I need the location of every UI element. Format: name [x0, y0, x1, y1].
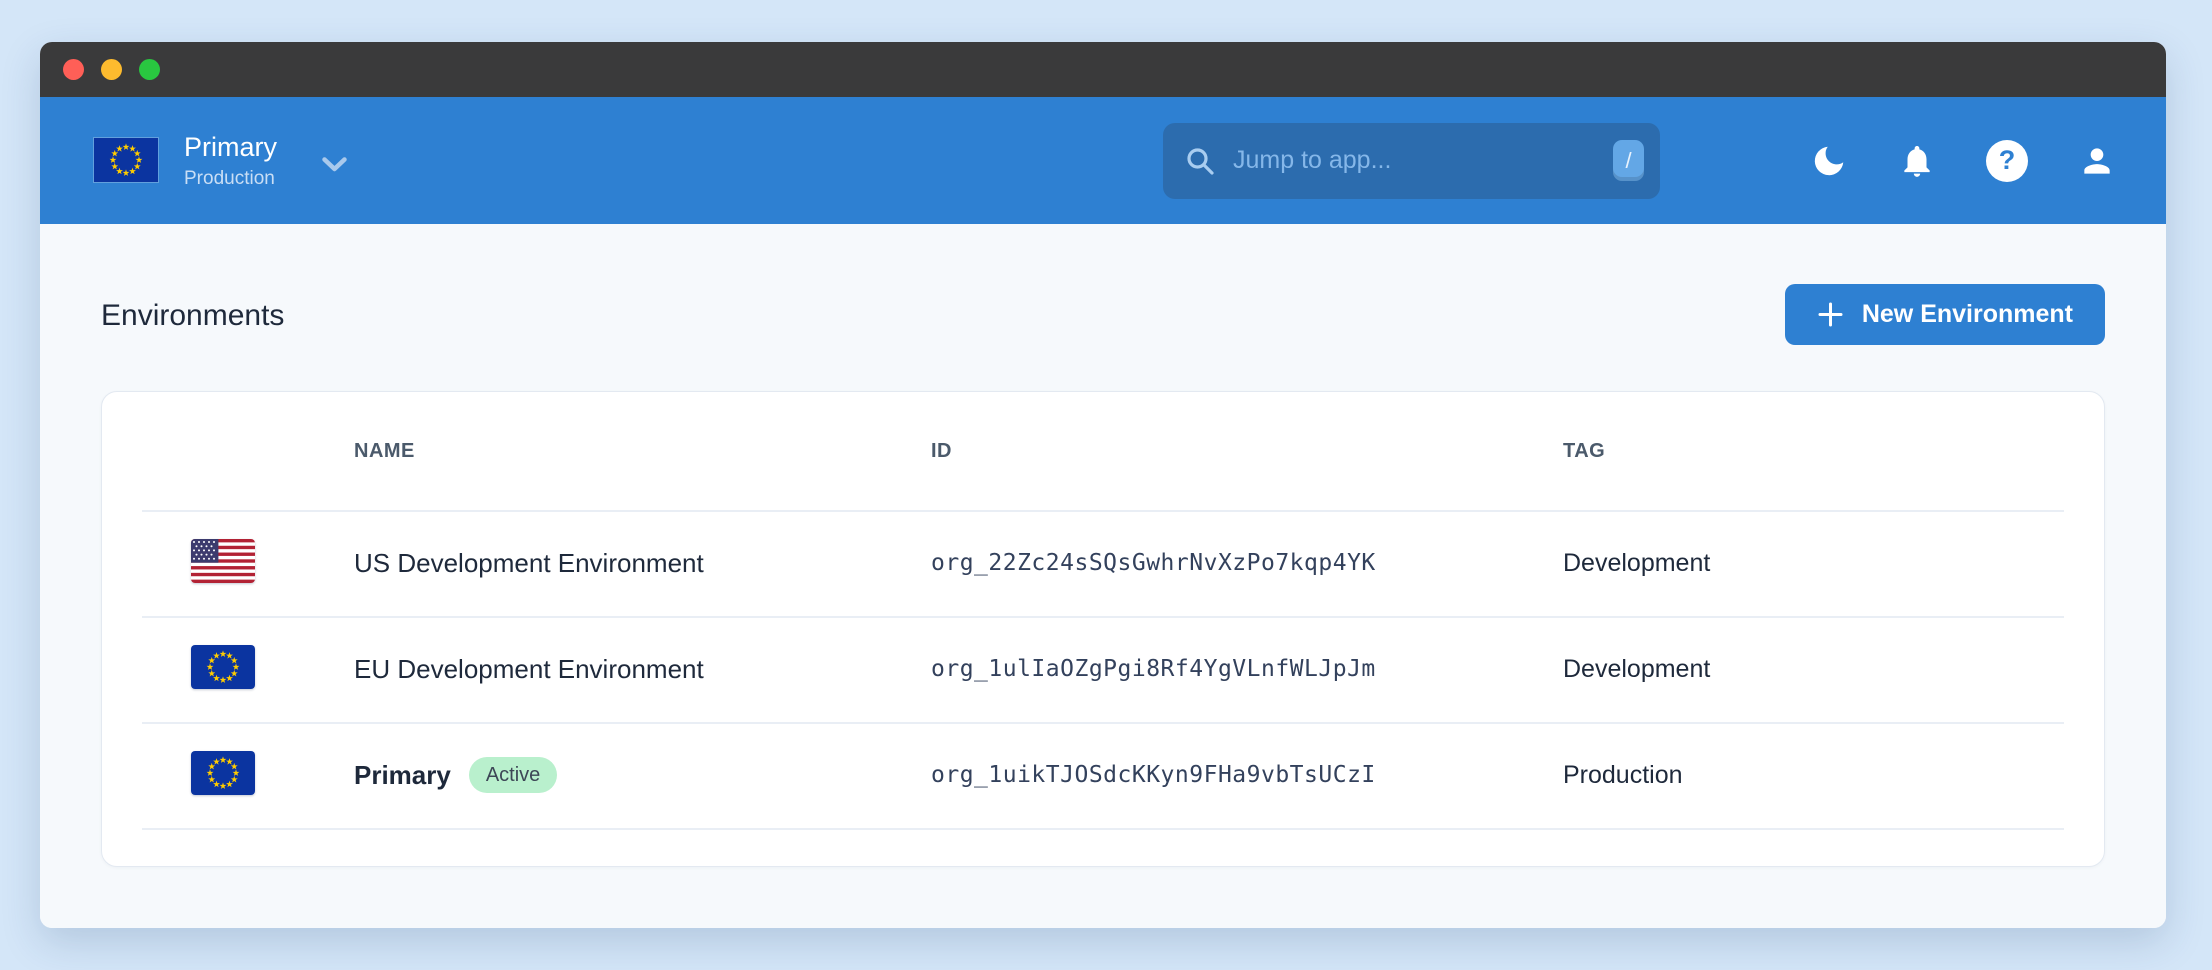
header-icon-group: ? [1810, 140, 2116, 182]
org-switcher-text: Primary Production [184, 131, 277, 189]
environment-name: Primary [354, 760, 451, 791]
app-window: Primary Production / [40, 42, 2166, 928]
environments-table-card: NAME ID TAG US Development Environment o… [101, 391, 2105, 867]
column-header-tag: TAG [1563, 440, 2104, 463]
eu-flag-icon [94, 138, 158, 182]
maximize-button[interactable] [139, 59, 160, 80]
close-button[interactable] [63, 59, 84, 80]
plus-icon [1817, 301, 1844, 328]
us-flag-icon [191, 539, 255, 583]
environment-id: org_1ulIaOZgPgi8Rf4YgVLnfWLJpJm [931, 656, 1563, 682]
environment-tag: Development [1563, 655, 2104, 684]
bell-icon [1898, 142, 1936, 180]
page-head: Environments New Environment [101, 224, 2105, 345]
name-cell: US Development Environment [354, 548, 931, 579]
environment-name: EU Development Environment [354, 654, 704, 685]
user-account-button[interactable] [2078, 142, 2116, 180]
name-cell: Primary Active [354, 757, 931, 793]
person-icon [2078, 142, 2116, 180]
search-input[interactable] [1233, 146, 1613, 175]
column-header-id: ID [931, 440, 1563, 463]
slash-shortcut-key: / [1613, 140, 1644, 181]
org-environment: Production [184, 168, 277, 190]
environment-tag: Production [1563, 761, 2104, 790]
app-header: Primary Production / [40, 97, 2166, 224]
chevron-down-icon [321, 156, 348, 173]
org-switcher[interactable]: Primary Production [94, 131, 348, 189]
active-badge: Active [469, 757, 557, 793]
eu-flag-icon [191, 645, 255, 689]
new-environment-button[interactable]: New Environment [1785, 284, 2105, 345]
notifications-button[interactable] [1898, 142, 1936, 180]
flag-cell [191, 539, 354, 588]
flag-cell [191, 645, 354, 694]
column-header-name: NAME [354, 440, 931, 463]
table-body: US Development Environment org_22Zc24sSQ… [102, 510, 2104, 828]
table-row[interactable]: US Development Environment org_22Zc24sSQ… [102, 510, 2104, 616]
titlebar [40, 42, 2166, 97]
search-icon [1185, 146, 1215, 176]
flag-cell [191, 751, 354, 800]
moon-icon [1810, 142, 1848, 180]
environment-id: org_1uikTJOSdcKKyn9FHa9vbTsUCzI [931, 762, 1563, 788]
jump-to-app-search[interactable]: / [1163, 123, 1660, 199]
name-cell: EU Development Environment [354, 654, 931, 685]
new-environment-label: New Environment [1862, 300, 2073, 329]
table-header-row: NAME ID TAG [102, 392, 2104, 510]
main-content: Environments New Environment NAME ID TAG [40, 224, 2166, 928]
question-mark-icon: ? [1986, 140, 2028, 182]
page-title: Environments [101, 299, 284, 345]
environment-tag: Development [1563, 549, 2104, 578]
eu-flag-icon [191, 751, 255, 795]
minimize-button[interactable] [101, 59, 122, 80]
help-button[interactable]: ? [1986, 140, 2028, 182]
org-name: Primary [184, 131, 277, 163]
table-footer-spacer [102, 828, 2104, 867]
table-row[interactable]: EU Development Environment org_1ulIaOZgP… [102, 616, 2104, 722]
environment-name: US Development Environment [354, 548, 704, 579]
environment-id: org_22Zc24sSQsGwhrNvXzPo7kqp4YK [931, 550, 1563, 576]
table-row[interactable]: Primary Active org_1uikTJOSdcKKyn9FHa9vb… [102, 722, 2104, 828]
dark-mode-toggle[interactable] [1810, 142, 1848, 180]
